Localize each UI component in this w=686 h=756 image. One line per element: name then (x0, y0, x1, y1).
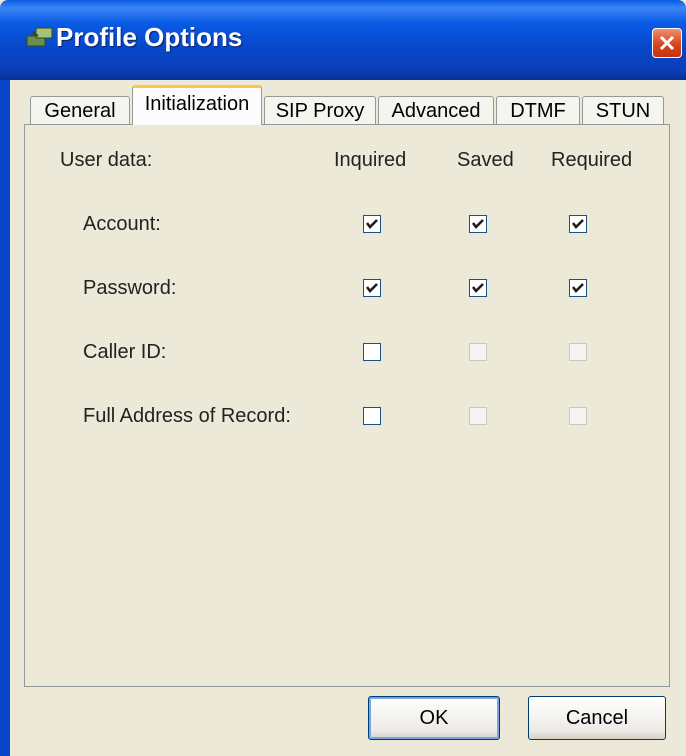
checkbox-full-address-inquired[interactable] (363, 407, 381, 425)
checkbox-password-inquired[interactable] (363, 279, 381, 297)
checkmark-icon (571, 219, 584, 229)
tab-dtmf[interactable]: DTMF (496, 96, 580, 124)
tab-initialization[interactable]: Initialization (132, 85, 262, 125)
network-icon (24, 22, 56, 54)
row-label-account: Account: (83, 213, 161, 235)
tab-stun[interactable]: STUN (582, 96, 664, 124)
checkmark-icon (571, 283, 584, 293)
checkbox-account-saved[interactable] (469, 215, 487, 233)
column-header-inquired: Inquired (334, 149, 407, 171)
initialization-panel: User data: Inquired Saved Required Accou… (24, 124, 670, 687)
section-label: User data: (60, 149, 153, 171)
close-icon (659, 35, 675, 51)
tab-advanced[interactable]: Advanced (378, 96, 494, 124)
row-label-caller-id: Caller ID: (83, 341, 167, 363)
profile-options-dialog: Profile Options General Initialization S… (0, 0, 686, 756)
tab-general[interactable]: General (30, 96, 130, 124)
window-left-border (0, 80, 10, 756)
title-bar[interactable]: Profile Options (0, 0, 686, 80)
checkmark-icon (365, 219, 378, 229)
checkbox-caller-id-saved (469, 343, 487, 361)
column-header-saved: Saved (457, 149, 514, 171)
checkmark-icon (365, 283, 378, 293)
column-header-required: Required (551, 149, 633, 171)
checkbox-full-address-saved (469, 407, 487, 425)
row-label-full-address: Full Address of Record: (83, 405, 291, 427)
row-label-password: Password: (83, 277, 177, 299)
checkbox-account-required[interactable] (569, 215, 587, 233)
checkbox-account-inquired[interactable] (363, 215, 381, 233)
tab-sip-proxy[interactable]: SIP Proxy (264, 96, 376, 124)
ok-button[interactable]: OK (368, 696, 500, 740)
cancel-button[interactable]: Cancel (528, 696, 666, 740)
checkbox-password-required[interactable] (569, 279, 587, 297)
window-title: Profile Options (56, 22, 243, 52)
checkmark-icon (471, 219, 484, 229)
checkmark-icon (471, 283, 484, 293)
checkbox-full-address-required (569, 407, 587, 425)
checkbox-caller-id-required (569, 343, 587, 361)
checkbox-password-saved[interactable] (469, 279, 487, 297)
checkbox-caller-id-inquired[interactable] (363, 343, 381, 361)
close-button[interactable] (652, 28, 682, 58)
